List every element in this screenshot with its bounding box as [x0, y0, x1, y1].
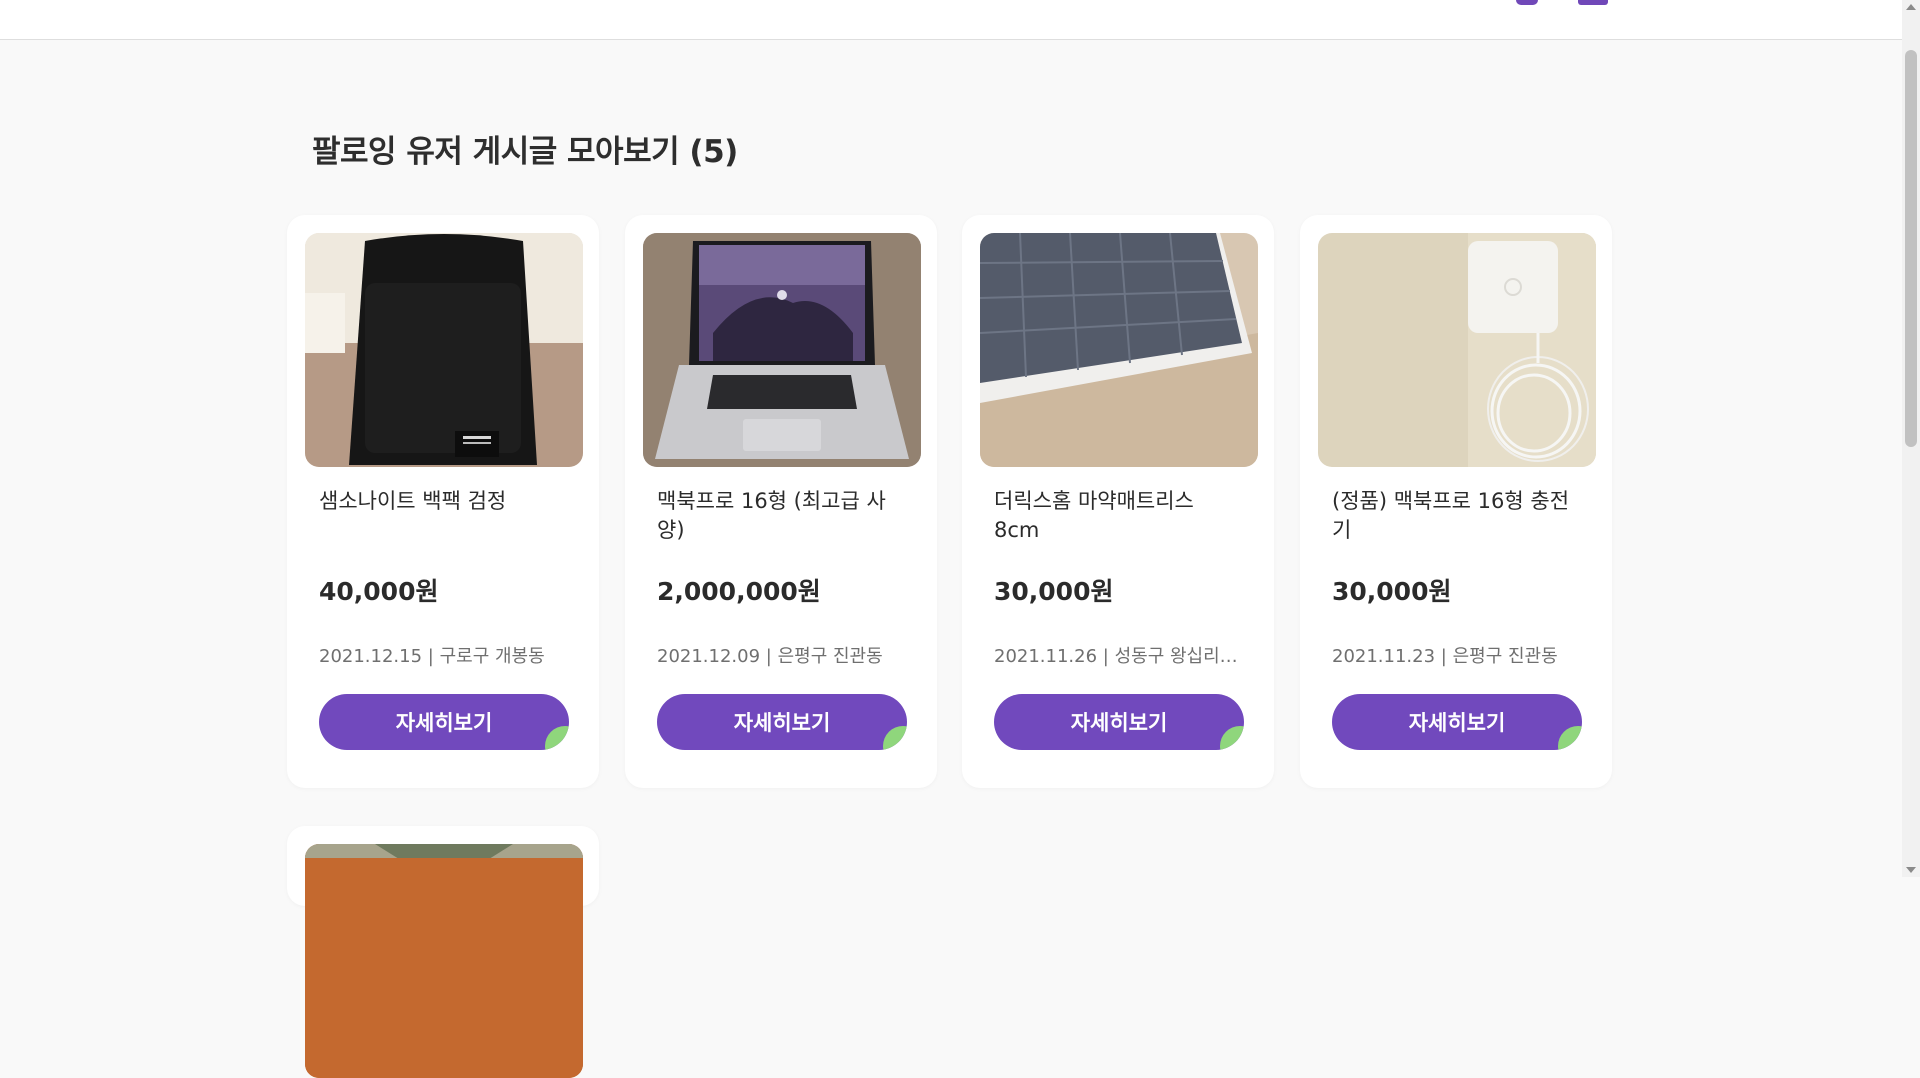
post-price: 30,000원	[994, 577, 1114, 606]
page-scrollbar[interactable]	[1902, 0, 1920, 877]
user-icon[interactable]	[1516, 0, 1538, 5]
scroll-up-arrow-icon[interactable]	[1906, 4, 1916, 10]
post-price: 2,000,000원	[657, 577, 821, 606]
leaf-decoration-icon	[883, 726, 907, 750]
post-card[interactable]: 더릭스홈 마약매트리스 8cm 30,000원 2021.11.26 | 성동구…	[962, 215, 1274, 788]
post-price: 40,000원	[319, 577, 439, 606]
post-card[interactable]: (정품) 맥북프로 16형 충전기 30,000원 2021.11.23 | 은…	[1300, 215, 1612, 788]
leaf-decoration-icon	[1558, 726, 1582, 750]
post-card[interactable]: 샘소나이트 백팩 검정 40,000원 2021.12.15 | 구로구 개봉동…	[287, 215, 599, 788]
detail-button-label: 자세히보기	[733, 711, 831, 735]
detail-button[interactable]: 자세히보기	[994, 694, 1244, 750]
black-backpack-photo	[305, 233, 583, 467]
chat-icon[interactable]	[1578, 0, 1608, 5]
post-thumbnail[interactable]	[305, 844, 583, 1078]
leaf-decoration-icon	[1220, 726, 1244, 750]
post-title: 샘소나이트 백팩 검정	[319, 489, 507, 513]
post-title: 맥북프로 16형 (최고급 사양)	[657, 489, 886, 542]
post-thumbnail[interactable]	[643, 233, 921, 467]
detail-button[interactable]: 자세히보기	[319, 694, 569, 750]
post-meta: 2021.11.23 | 은평구 진관동	[1332, 646, 1558, 667]
detail-button-label: 자세히보기	[1070, 711, 1168, 735]
mattress-photo	[980, 233, 1258, 467]
macbook-charger-photo	[1318, 233, 1596, 467]
post-meta: 2021.12.09 | 은평구 진관동	[657, 646, 883, 667]
leaf-decoration-icon	[545, 726, 569, 750]
post-thumbnail[interactable]	[980, 233, 1258, 467]
scrollbar-thumb[interactable]	[1905, 50, 1917, 447]
detail-button-label: 자세히보기	[395, 711, 493, 735]
page-title: 팔로잉 유저 게시글 모아보기 (5)	[312, 134, 738, 170]
detail-button-label: 자세히보기	[1408, 711, 1506, 735]
scroll-down-arrow-icon[interactable]	[1906, 867, 1916, 873]
top-navbar	[0, 0, 1902, 40]
post-meta: 2021.12.15 | 구로구 개봉동	[319, 646, 545, 667]
post-thumbnail[interactable]	[305, 233, 583, 467]
post-title: 더릭스홈 마약매트리스 8cm	[994, 489, 1194, 542]
post-thumbnail[interactable]	[1318, 233, 1596, 467]
detail-button[interactable]: 자세히보기	[1332, 694, 1582, 750]
post-title: (정품) 맥북프로 16형 충전기	[1332, 489, 1570, 542]
post-meta: 2021.11.26 | 성동구 왕십리…	[994, 646, 1238, 667]
macbook-pro-photo	[643, 233, 921, 467]
post-card[interactable]: 맥북프로 16형 (최고급 사양) 2,000,000원 2021.12.09 …	[625, 215, 937, 788]
post-price: 30,000원	[1332, 577, 1452, 606]
detail-button[interactable]: 자세히보기	[657, 694, 907, 750]
orange-jacket-photo	[305, 844, 583, 1078]
post-card[interactable]	[287, 826, 599, 1078]
